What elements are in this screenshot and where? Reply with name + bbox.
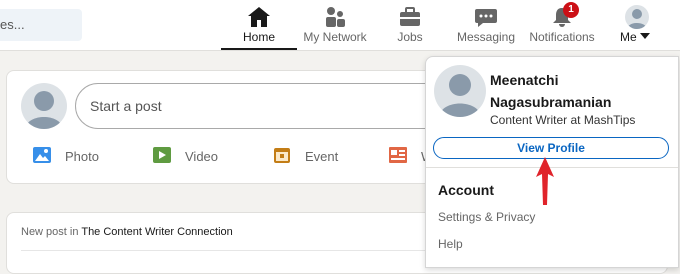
- account-heading: Account: [438, 182, 494, 198]
- nav-home-label: Home: [242, 30, 275, 44]
- nav-jobs[interactable]: Jobs: [380, 0, 440, 50]
- settings-privacy-link[interactable]: Settings & Privacy: [438, 210, 535, 224]
- nav-home[interactable]: Home: [221, 0, 297, 50]
- me-avatar[interactable]: [625, 5, 649, 29]
- photo-icon: [33, 147, 51, 163]
- nav-notifications-label: Notifications: [529, 30, 595, 44]
- search-input[interactable]: es...: [0, 9, 82, 41]
- avatar[interactable]: [21, 83, 67, 129]
- event-label: Event: [305, 149, 339, 164]
- group-link[interactable]: The Content Writer Connection: [81, 226, 232, 238]
- feed-divider: [21, 250, 427, 251]
- profile-avatar[interactable]: [434, 65, 486, 117]
- nav-messaging[interactable]: Messaging: [452, 0, 520, 50]
- top-nav-bar: es... Home My Network Jobs Messaging Not…: [0, 0, 680, 51]
- chat-icon: [475, 9, 497, 27]
- home-icon: [248, 7, 270, 27]
- article-icon: [389, 147, 407, 163]
- video-label: Video: [185, 149, 219, 164]
- video-icon: [153, 147, 171, 163]
- nav-messaging-label: Messaging: [456, 30, 516, 44]
- profile-headline: Content Writer at MashTips: [490, 113, 636, 127]
- nav-notifications[interactable]: Notifications: [526, 0, 598, 50]
- notification-badge: 1: [563, 2, 579, 18]
- avatar-silhouette-icon: [627, 9, 647, 29]
- people-icon: [326, 7, 345, 27]
- feed-post-prefix: New post in: [21, 226, 79, 238]
- nav-me-label[interactable]: Me: [620, 30, 637, 44]
- profile-name: Meenatchi Nagasubramanian: [490, 72, 612, 110]
- photo-label: Photo: [65, 149, 99, 164]
- nav-my-network[interactable]: My Network: [298, 0, 372, 50]
- calendar-icon: [274, 148, 290, 163]
- nav-my-network-label: My Network: [303, 30, 367, 44]
- feed-post-header: New post in The Content Writer Connectio…: [21, 226, 233, 238]
- annotation-arrow-icon: [536, 157, 554, 205]
- nav-jobs-label: Jobs: [397, 30, 423, 44]
- avatar-silhouette-icon: [439, 74, 481, 117]
- briefcase-icon: [400, 7, 420, 26]
- chevron-down-icon[interactable]: [640, 33, 650, 39]
- start-post-input[interactable]: Start a post: [75, 83, 475, 129]
- avatar-silhouette-icon: [25, 91, 63, 129]
- help-link[interactable]: Help: [438, 237, 463, 251]
